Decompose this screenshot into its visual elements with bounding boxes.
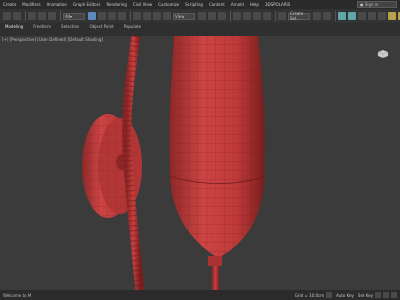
schematic-view-icon[interactable] [368,12,376,20]
toolbar-divider [335,11,336,21]
menu-arnold[interactable]: Arnold [228,2,247,7]
layer-explorer-icon[interactable] [348,12,356,20]
link-icon[interactable] [28,12,36,20]
pivot-icon[interactable] [198,12,206,20]
perspective-viewport[interactable]: [+] [Perspective] [User Defined] [Defaul… [0,36,400,290]
rectangle-selection-icon[interactable] [108,12,116,20]
tab-modeling[interactable]: Modeling [0,24,28,29]
scene-explorer-icon[interactable] [338,12,346,20]
menu-animation[interactable]: Animation [44,2,70,7]
status-bar: Welcome to M Grid = 10.0cm Auto Key Set … [0,290,400,300]
tab-selection[interactable]: Selection [56,24,84,29]
auto-key-button[interactable]: Auto Key [336,293,354,298]
menu-civil-view[interactable]: Civil View [130,2,155,7]
menu-graph-editors[interactable]: Graph Editors [70,2,103,7]
bind-icon[interactable] [48,12,56,20]
main-toolbar: All▾ View Create Sel... [0,9,400,23]
menu-rendering[interactable]: Rendering [103,2,129,7]
spinner-snap-icon[interactable] [263,12,271,20]
orbit-icon[interactable] [391,292,397,298]
select-object-icon[interactable] [88,12,96,20]
place-icon[interactable] [163,12,171,20]
toolbar-divider [25,11,26,21]
lamp-shade-mesh[interactable] [169,36,266,290]
reference-coordinate-dropdown[interactable]: View [173,12,195,20]
toolbar-divider [130,11,131,21]
redo-icon[interactable] [13,12,21,20]
sign-in-label: Sign in [364,2,379,7]
percent-snap-icon[interactable] [253,12,261,20]
zoom-extents-icon[interactable] [383,292,389,298]
viewcube-icon[interactable] [376,48,390,58]
toolbar-divider [230,11,231,21]
menu-content[interactable]: Content [206,2,228,7]
named-selection-dropdown[interactable]: Create Sel... [288,11,310,21]
selection-filter-dropdown[interactable]: All▾ [63,12,85,20]
toolbar-divider [60,11,61,21]
tab-object-paint[interactable]: Object Paint [84,24,118,29]
render-setup-icon[interactable] [388,12,396,20]
menu-help[interactable]: Help [247,2,262,7]
menu-modifiers[interactable]: Modifiers [19,2,43,7]
ribbon-tabs: Modeling Freeform Selection Object Paint… [0,23,400,30]
tab-freeform[interactable]: Freeform [28,24,56,29]
material-editor-icon[interactable] [378,12,386,20]
tab-populate[interactable]: Populate [119,24,146,29]
keyboard-shortcut-icon[interactable] [218,12,226,20]
edit-named-selection-icon[interactable] [278,12,286,20]
curve-editor-icon[interactable] [358,12,366,20]
menu-create[interactable]: Create [0,2,19,7]
menu-customize[interactable]: Customize [155,2,182,7]
menu-bar: Create Modifiers Animation Graph Editors… [0,0,400,9]
play-icon[interactable] [375,292,381,298]
window-crossing-icon[interactable] [118,12,126,20]
toolbar-divider [275,11,276,21]
sign-in-field[interactable]: ● Sign in [357,1,397,8]
menu-scripting[interactable]: Scripting [182,2,206,7]
angle-snap-icon[interactable] [243,12,251,20]
move-icon[interactable] [133,12,141,20]
select-by-name-icon[interactable] [98,12,106,20]
select-manipulate-icon[interactable] [208,12,216,20]
undo-icon[interactable] [3,12,11,20]
align-icon[interactable] [323,12,331,20]
lock-icon[interactable] [326,292,333,298]
rotate-icon[interactable] [143,12,151,20]
unlink-icon[interactable] [38,12,46,20]
status-message: Welcome to M [3,292,32,298]
scale-icon[interactable] [153,12,161,20]
menu-3dspolaris[interactable]: 3DSPOLARIS [262,2,293,7]
viewport-label[interactable]: [+] [Perspective] [User Defined] [Defaul… [2,37,103,42]
status-controls: Grid = 10.0cm Auto Key Set Key [291,292,400,298]
mesh-render [82,36,266,290]
grid-size-label: Grid = 10.0cm [294,292,325,298]
set-key-button[interactable]: Set Key [358,293,373,298]
snap-icon[interactable] [233,12,241,20]
mirror-icon[interactable] [313,12,321,20]
